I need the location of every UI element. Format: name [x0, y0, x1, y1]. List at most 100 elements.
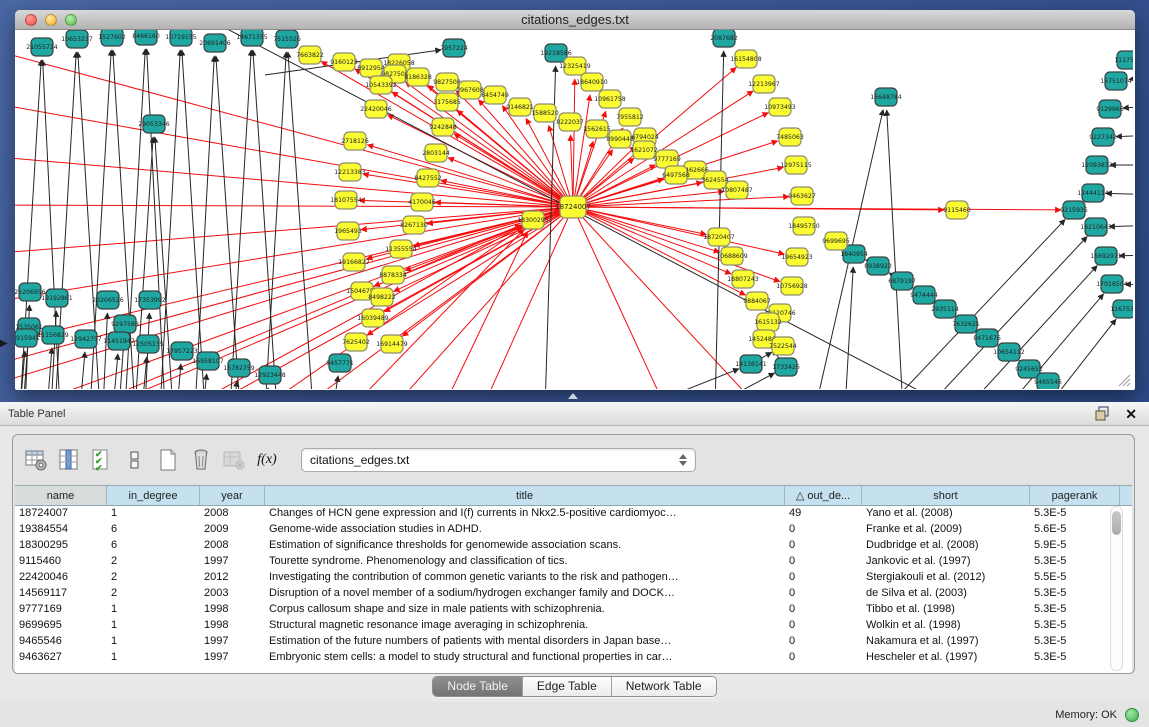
table-cell[interactable]: Tourette syndrome. Phenomenology and cla… — [265, 554, 785, 570]
table-cell[interactable]: 1 — [107, 506, 200, 522]
network-node[interactable]: 9146821 — [506, 98, 534, 116]
network-node[interactable]: 16039489 — [357, 309, 389, 327]
network-node[interactable]: 1167533 — [1110, 300, 1133, 318]
table-cell[interactable]: Corpus callosum shape and size in male p… — [265, 602, 785, 618]
network-node[interactable]: 10719155 — [165, 30, 197, 46]
network-node[interactable]: 12975115 — [780, 156, 812, 174]
table-cell[interactable]: Structural magnetic resonance image aver… — [265, 618, 785, 634]
network-node[interactable]: 9215935 — [1060, 201, 1088, 219]
network-node[interactable]: 7522544 — [769, 337, 797, 355]
network-node[interactable]: 12444114 — [1077, 184, 1109, 202]
network-node[interactable]: 9129966 — [1096, 100, 1124, 118]
network-node[interactable]: 7663822 — [296, 46, 324, 64]
network-node[interactable]: 10807487 — [721, 181, 753, 199]
table-cell[interactable]: 9463627 — [15, 650, 107, 666]
table-row[interactable]: 1938455462009Genome-wide association stu… — [15, 522, 1132, 538]
table-cell[interactable]: 1 — [107, 618, 200, 634]
table-cell[interactable]: Wolkin et al. (1998) — [862, 618, 1030, 634]
table-cell[interactable]: 9777169 — [15, 602, 107, 618]
network-node[interactable]: 16782759 — [223, 359, 255, 377]
splitter-handle[interactable] — [568, 393, 578, 399]
network-canvas[interactable]: 2105572410653237152760284661601071915520… — [15, 30, 1133, 389]
tab-node-table[interactable]: Node Table — [433, 677, 523, 696]
network-node[interactable]: 18720407 — [703, 228, 735, 246]
network-node[interactable]: 8466160 — [132, 30, 160, 45]
network-node[interactable]: 1117534 — [1114, 51, 1133, 69]
new-table-icon[interactable] — [155, 447, 181, 473]
select-rows-icon[interactable]: ✔✔✔ — [89, 447, 115, 473]
table-cell[interactable]: 5.3E-5 — [1030, 634, 1120, 650]
table-cell[interactable]: 6 — [107, 538, 200, 554]
network-node[interactable]: 11451947 — [103, 332, 135, 350]
network-node[interactable]: 10543392 — [365, 76, 397, 94]
network-node[interactable]: 16648784 — [870, 88, 902, 106]
network-node[interactable]: 2087682 — [710, 30, 738, 47]
table-cell[interactable]: 2008 — [200, 538, 265, 554]
table-cell[interactable]: 5.6E-5 — [1030, 522, 1120, 538]
table-cell[interactable]: 1998 — [200, 602, 265, 618]
network-node[interactable]: 8990448 — [606, 130, 634, 148]
table-cell[interactable]: Stergiakouli et al. (2012) — [862, 570, 1030, 586]
scrollbar-thumb[interactable] — [1112, 511, 1121, 535]
table-cell[interactable]: Hescheler et al. (1997) — [862, 650, 1030, 666]
network-node[interactable]: 6879197 — [888, 272, 916, 290]
network-node[interactable]: 20206526 — [92, 291, 124, 309]
table-cell[interactable]: 0 — [785, 650, 862, 666]
table-cell[interactable]: 2003 — [200, 586, 265, 602]
network-node[interactable]: 16154808 — [730, 50, 762, 68]
network-node[interactable]: 15751074 — [1100, 72, 1132, 90]
table-cell[interactable]: 1 — [107, 650, 200, 666]
column-header-short[interactable]: short — [862, 486, 1030, 505]
window-titlebar[interactable]: citations_edges.txt — [15, 10, 1135, 30]
network-node[interactable]: 9777169 — [653, 150, 681, 168]
network-node[interactable]: 9884067 — [743, 292, 771, 310]
table-cell[interactable]: 5.3E-5 — [1030, 650, 1120, 666]
network-node[interactable]: 8878334 — [379, 266, 407, 284]
network-node[interactable]: 18107554 — [330, 191, 362, 209]
network-node[interactable]: 9474444 — [910, 286, 938, 304]
network-node[interactable]: 9699695 — [822, 232, 850, 250]
network-node[interactable]: 12923448 — [254, 366, 286, 384]
table-cell[interactable]: Genome-wide association studies in ADHD. — [265, 522, 785, 538]
network-node[interactable]: 12093832 — [1081, 156, 1113, 174]
column-header-in_degree[interactable]: in_degree — [107, 486, 200, 505]
tab-edge-table[interactable]: Edge Table — [523, 677, 612, 696]
network-node[interactable]: 1615132 — [754, 313, 782, 331]
column-header-out_de[interactable]: △ out_de... — [785, 486, 862, 505]
network-node[interactable]: 9465546 — [1034, 373, 1062, 389]
network-node[interactable]: 9227342 — [1089, 128, 1117, 146]
table-cell[interactable]: 2009 — [200, 522, 265, 538]
network-node[interactable]: 18807243 — [727, 270, 759, 288]
table-cell[interactable]: 5.3E-5 — [1030, 554, 1120, 570]
table-cell[interactable]: 5.3E-5 — [1030, 602, 1120, 618]
table-cell[interactable]: 18724007 — [15, 506, 107, 522]
network-node[interactable]: 2803144 — [422, 144, 450, 162]
network-node[interactable]: 7955812 — [616, 108, 644, 126]
network-node[interactable]: 11355554 — [385, 240, 417, 258]
network-node[interactable]: 20691406 — [199, 34, 231, 52]
network-node[interactable]: 1965493 — [334, 222, 362, 240]
network-node[interactable]: 3175685 — [433, 93, 461, 111]
network-node[interactable]: 7515526 — [273, 30, 301, 48]
table-cell[interactable]: 49 — [785, 506, 862, 522]
network-node[interactable]: 8938923 — [864, 257, 892, 275]
network-node[interactable]: 10653237 — [61, 30, 93, 48]
network-node[interactable]: 2718126 — [341, 132, 369, 150]
table-cell[interactable]: 0 — [785, 634, 862, 650]
network-node[interactable]: 16958107 — [192, 352, 224, 370]
table-cell[interactable]: 5.9E-5 — [1030, 538, 1120, 554]
network-node[interactable]: 15692971 — [1090, 247, 1122, 265]
table-cell[interactable]: 14569117 — [15, 586, 107, 602]
table-cell[interactable]: Jankovic et al. (1997) — [862, 554, 1030, 570]
stacked-cells-icon[interactable] — [122, 447, 148, 473]
table-settings-icon[interactable] — [23, 447, 49, 473]
network-node[interactable]: 17016504 — [1096, 275, 1128, 293]
network-node[interactable]: 1527602 — [98, 30, 126, 46]
network-node[interactable]: 19654923 — [781, 248, 813, 266]
table-cell[interactable]: 5.3E-5 — [1030, 618, 1120, 634]
column-visibility-icon[interactable] — [56, 447, 82, 473]
table-cell[interactable]: Yano et al. (2008) — [862, 506, 1030, 522]
table-cell[interactable]: 1 — [107, 602, 200, 618]
table-row[interactable]: 977716911998Corpus callosum shape and si… — [15, 602, 1132, 618]
network-node[interactable]: 19166827 — [338, 253, 370, 271]
